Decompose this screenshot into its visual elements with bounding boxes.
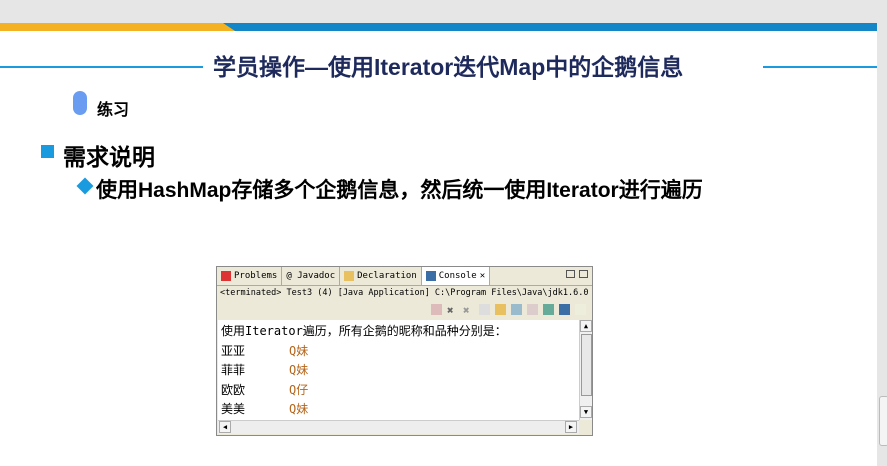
tab-label: Declaration (357, 271, 417, 281)
section-heading: 需求说明 (63, 144, 155, 170)
penguin-type: Q妹 (289, 363, 309, 377)
tab-javadoc[interactable]: @ Javadoc (282, 267, 341, 285)
line-text: 使用Iterator遍历，所有企鹅的昵称和品种分别是： (221, 324, 507, 338)
declaration-icon (344, 271, 355, 281)
process-status: <terminated> Test3 (4) [Java Application… (220, 288, 589, 298)
terminate-icon[interactable] (431, 303, 442, 315)
requirement-text: 使用HashMap存储多个企鹅信息，然后统一使用Iterator进行遍历 (96, 179, 703, 202)
tab-label: Console (438, 271, 477, 281)
remove-all-icon[interactable]: ✖ (463, 304, 474, 317)
slide-title: 学员操作—使用Iterator迭代Map中的企鹅信息 (213, 54, 684, 80)
top-bar (0, 0, 887, 23)
title-rule-right (763, 66, 877, 68)
exercise-label: 练习 (97, 102, 130, 119)
scroll-down-button[interactable]: ▼ (580, 406, 592, 418)
console-line: 菲菲 Q妹 (221, 361, 576, 381)
square-bullet-icon (41, 145, 54, 158)
scroll-left-button[interactable]: ◀ (219, 421, 231, 433)
view-tabs: Problems @ Javadoc Declaration Console ✕ (217, 267, 592, 286)
console-icon (425, 271, 436, 281)
eclipse-console-window: Problems @ Javadoc Declaration Console ✕ … (216, 266, 593, 436)
open-console-icon[interactable] (575, 303, 586, 315)
tab-console[interactable]: Console ✕ (421, 267, 491, 285)
header-band-blue (223, 23, 877, 31)
tab-label: Problems (234, 271, 278, 281)
diamond-bullet-icon (76, 177, 94, 195)
penguin-name: 欧欧 (221, 382, 246, 397)
mouse-icon (73, 91, 87, 115)
scroll-up-button[interactable]: ▲ (580, 320, 592, 332)
tab-problems[interactable]: Problems (217, 267, 283, 285)
clear-console-icon[interactable] (479, 303, 490, 315)
title-rule-left (0, 66, 203, 68)
minimize-button[interactable] (566, 270, 575, 278)
remove-launch-icon[interactable]: ✖ (447, 304, 458, 317)
pin-console-icon[interactable] (543, 303, 554, 315)
console-line: 美美 Q妹 (221, 400, 576, 420)
scrollbar[interactable] (879, 396, 887, 446)
maximize-button[interactable] (579, 270, 588, 278)
scroll-right-button[interactable]: ▶ (565, 421, 577, 433)
penguin-type: Q妹 (289, 343, 309, 358)
console-line: 欧欧 Q仔 (221, 381, 576, 401)
show-stdout-icon[interactable] (511, 303, 522, 315)
scroll-thumb[interactable] (581, 334, 592, 396)
scroll-lock-icon[interactable] (495, 303, 506, 315)
penguin-type: Q妹 (289, 402, 309, 416)
console-line: 亚亚 Q妹 (221, 342, 576, 362)
problems-icon (221, 271, 231, 281)
console-output[interactable]: 使用Iterator遍历，所有企鹅的昵称和品种分别是： 亚亚 Q妹 菲菲 Q妹 欧欧… (218, 320, 579, 420)
horizontal-scrollbar[interactable]: ◀ ▶ (218, 420, 579, 434)
penguin-name: 美美 (221, 402, 246, 416)
header-band-yellow (0, 23, 235, 31)
vertical-scrollbar[interactable]: ▲ ▼ (579, 320, 592, 420)
penguin-name: 菲菲 (221, 363, 246, 377)
show-stderr-icon[interactable] (527, 303, 538, 315)
penguin-type: Q仔 (289, 382, 309, 397)
tab-label: @ Javadoc (286, 271, 336, 281)
console-toolbar: ✖ ✖ (217, 300, 592, 318)
penguin-name: 亚亚 (221, 343, 246, 358)
close-icon[interactable]: ✕ (480, 271, 485, 281)
display-console-icon[interactable] (559, 303, 570, 315)
console-line: 使用Iterator遍历，所有企鹅的昵称和品种分别是： (221, 322, 576, 342)
tab-declaration[interactable]: Declaration (340, 267, 422, 285)
